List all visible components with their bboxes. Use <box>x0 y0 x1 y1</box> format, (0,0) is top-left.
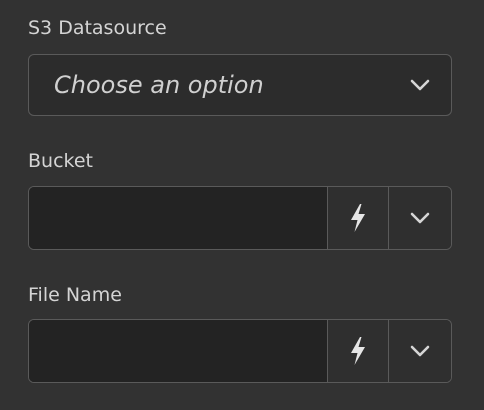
file-name-field-group <box>28 319 452 383</box>
s3-datasource-label: S3 Datasource <box>28 17 167 39</box>
bucket-input[interactable] <box>29 187 327 249</box>
file-name-input[interactable] <box>29 320 327 382</box>
file-name-dropdown-button[interactable] <box>388 320 451 382</box>
chevron-down-icon <box>389 55 451 115</box>
bucket-dynamic-value-button[interactable] <box>327 187 388 249</box>
lightning-icon <box>348 203 368 233</box>
bucket-dropdown-button[interactable] <box>388 187 451 249</box>
file-name-label: File Name <box>28 284 122 306</box>
s3-datasource-select[interactable]: Choose an option <box>28 54 452 116</box>
file-name-dynamic-value-button[interactable] <box>327 320 388 382</box>
chevron-down-icon <box>410 212 430 224</box>
bucket-field-group <box>28 186 452 250</box>
chevron-down-icon <box>410 345 430 357</box>
s3-config-panel: S3 Datasource Choose an option Bucket Fi… <box>0 0 484 410</box>
bucket-label: Bucket <box>28 150 93 172</box>
s3-datasource-placeholder: Choose an option <box>54 71 264 99</box>
lightning-icon <box>348 336 368 366</box>
